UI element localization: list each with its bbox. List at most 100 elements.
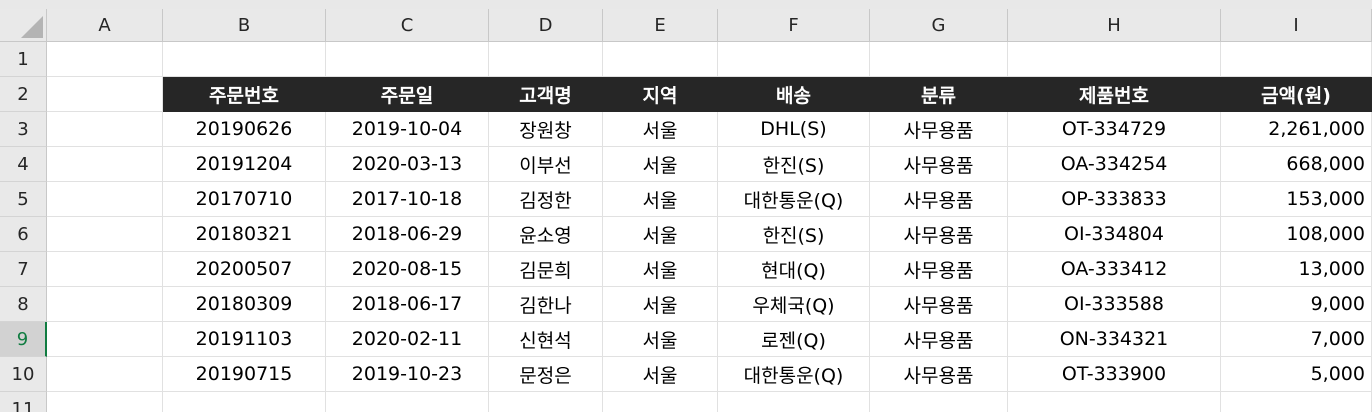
table-cell[interactable]: OT-333900 [1008, 357, 1221, 392]
table-cell[interactable]: 2017-10-18 [326, 182, 489, 217]
row-header-5[interactable]: 5 [0, 182, 47, 217]
table-cell[interactable]: 사무용품 [870, 252, 1008, 287]
cell-a10[interactable] [47, 357, 163, 392]
table-cell[interactable]: OI-334804 [1008, 217, 1221, 252]
cell-a5[interactable] [47, 182, 163, 217]
table-cell[interactable]: DHL(S) [718, 112, 870, 147]
table-cell[interactable]: 2020-02-11 [326, 322, 489, 357]
row-header-9[interactable]: 9 [0, 322, 47, 357]
table-cell[interactable]: 7,000 [1221, 322, 1372, 357]
row-header-6[interactable]: 6 [0, 217, 47, 252]
cell-c11[interactable] [326, 392, 489, 412]
table-cell[interactable]: OA-334254 [1008, 147, 1221, 182]
table-cell[interactable]: 사무용품 [870, 112, 1008, 147]
row-header-2[interactable]: 2 [0, 77, 47, 112]
cell-a11[interactable] [47, 392, 163, 412]
table-cell[interactable]: 서울 [603, 147, 718, 182]
column-header-d[interactable]: D [489, 9, 603, 42]
table-cell[interactable]: 20191204 [163, 147, 326, 182]
cell-i11[interactable] [1221, 392, 1372, 412]
cell-h11[interactable] [1008, 392, 1221, 412]
table-cell[interactable]: 20180321 [163, 217, 326, 252]
table-cell[interactable]: 서울 [603, 357, 718, 392]
row-header-3[interactable]: 3 [0, 112, 47, 147]
cell-f11[interactable] [718, 392, 870, 412]
table-cell[interactable]: 2018-06-29 [326, 217, 489, 252]
select-all-corner[interactable] [0, 9, 47, 42]
cell-a4[interactable] [47, 147, 163, 182]
cell-a1[interactable] [47, 42, 163, 77]
cell-a9[interactable] [47, 322, 163, 357]
table-cell[interactable]: OA-333412 [1008, 252, 1221, 287]
table-cell[interactable]: 서울 [603, 217, 718, 252]
cell-a3[interactable] [47, 112, 163, 147]
cell-b11[interactable] [163, 392, 326, 412]
cell-i1[interactable] [1221, 42, 1372, 77]
cell-d1[interactable] [489, 42, 603, 77]
column-header-i[interactable]: I [1221, 9, 1372, 42]
table-cell[interactable]: 윤소영 [489, 217, 603, 252]
table-header-cell[interactable]: 지역 [603, 77, 718, 112]
table-header-cell[interactable]: 금액(원) [1221, 77, 1372, 112]
table-cell[interactable]: 김문희 [489, 252, 603, 287]
table-cell[interactable]: 한진(S) [718, 147, 870, 182]
cell-g11[interactable] [870, 392, 1008, 412]
table-cell[interactable]: 20191103 [163, 322, 326, 357]
cell-b1[interactable] [163, 42, 326, 77]
table-cell[interactable]: 사무용품 [870, 287, 1008, 322]
table-cell[interactable]: 신현석 [489, 322, 603, 357]
column-header-e[interactable]: E [603, 9, 718, 42]
table-cell[interactable]: ON-334321 [1008, 322, 1221, 357]
table-cell[interactable]: 20190626 [163, 112, 326, 147]
table-cell[interactable]: 사무용품 [870, 147, 1008, 182]
table-cell[interactable]: 153,000 [1221, 182, 1372, 217]
row-header-10[interactable]: 10 [0, 357, 47, 392]
table-cell[interactable]: OI-333588 [1008, 287, 1221, 322]
table-header-cell[interactable]: 주문일 [326, 77, 489, 112]
table-header-cell[interactable]: 분류 [870, 77, 1008, 112]
table-header-cell[interactable]: 배송 [718, 77, 870, 112]
table-cell[interactable]: 20200507 [163, 252, 326, 287]
table-cell[interactable]: 5,000 [1221, 357, 1372, 392]
table-cell[interactable]: 장원창 [489, 112, 603, 147]
spreadsheet-grid[interactable]: A B C D E F G H I 1 2 3 4 5 6 7 8 9 10 11 주문번호 주문일 고객명 지역 배송 분류 제품… [0, 0, 1372, 412]
table-cell[interactable]: 서울 [603, 252, 718, 287]
cell-a6[interactable] [47, 217, 163, 252]
cell-d11[interactable] [489, 392, 603, 412]
table-cell[interactable]: 20180309 [163, 287, 326, 322]
table-cell[interactable]: 김한나 [489, 287, 603, 322]
table-cell[interactable]: 로젠(Q) [718, 322, 870, 357]
cell-a2[interactable] [47, 77, 163, 112]
table-cell[interactable]: 문정은 [489, 357, 603, 392]
table-cell[interactable]: 20170710 [163, 182, 326, 217]
table-cell[interactable]: 2019-10-04 [326, 112, 489, 147]
table-cell[interactable]: 사무용품 [870, 357, 1008, 392]
table-header-cell[interactable]: 고객명 [489, 77, 603, 112]
column-header-g[interactable]: G [870, 9, 1008, 42]
cell-g1[interactable] [870, 42, 1008, 77]
column-header-f[interactable]: F [718, 9, 870, 42]
table-cell[interactable]: 2,261,000 [1221, 112, 1372, 147]
row-header-7[interactable]: 7 [0, 252, 47, 287]
table-cell[interactable]: 사무용품 [870, 217, 1008, 252]
table-cell[interactable]: 서울 [603, 182, 718, 217]
table-cell[interactable]: 2018-06-17 [326, 287, 489, 322]
table-cell[interactable]: 대한통운(Q) [718, 357, 870, 392]
table-cell[interactable]: 13,000 [1221, 252, 1372, 287]
table-cell[interactable]: 사무용품 [870, 182, 1008, 217]
row-header-11[interactable]: 11 [0, 392, 47, 412]
table-cell[interactable]: 2020-03-13 [326, 147, 489, 182]
table-cell[interactable]: 668,000 [1221, 147, 1372, 182]
row-header-4[interactable]: 4 [0, 147, 47, 182]
column-header-h[interactable]: H [1008, 9, 1221, 42]
table-cell[interactable]: 현대(Q) [718, 252, 870, 287]
table-cell[interactable]: 9,000 [1221, 287, 1372, 322]
table-cell[interactable]: 서울 [603, 112, 718, 147]
table-cell[interactable]: 김정한 [489, 182, 603, 217]
table-cell[interactable]: 108,000 [1221, 217, 1372, 252]
cell-e11[interactable] [603, 392, 718, 412]
row-header-1[interactable]: 1 [0, 42, 47, 77]
table-cell[interactable]: 2019-10-23 [326, 357, 489, 392]
table-header-cell[interactable]: 주문번호 [163, 77, 326, 112]
column-header-c[interactable]: C [326, 9, 489, 42]
